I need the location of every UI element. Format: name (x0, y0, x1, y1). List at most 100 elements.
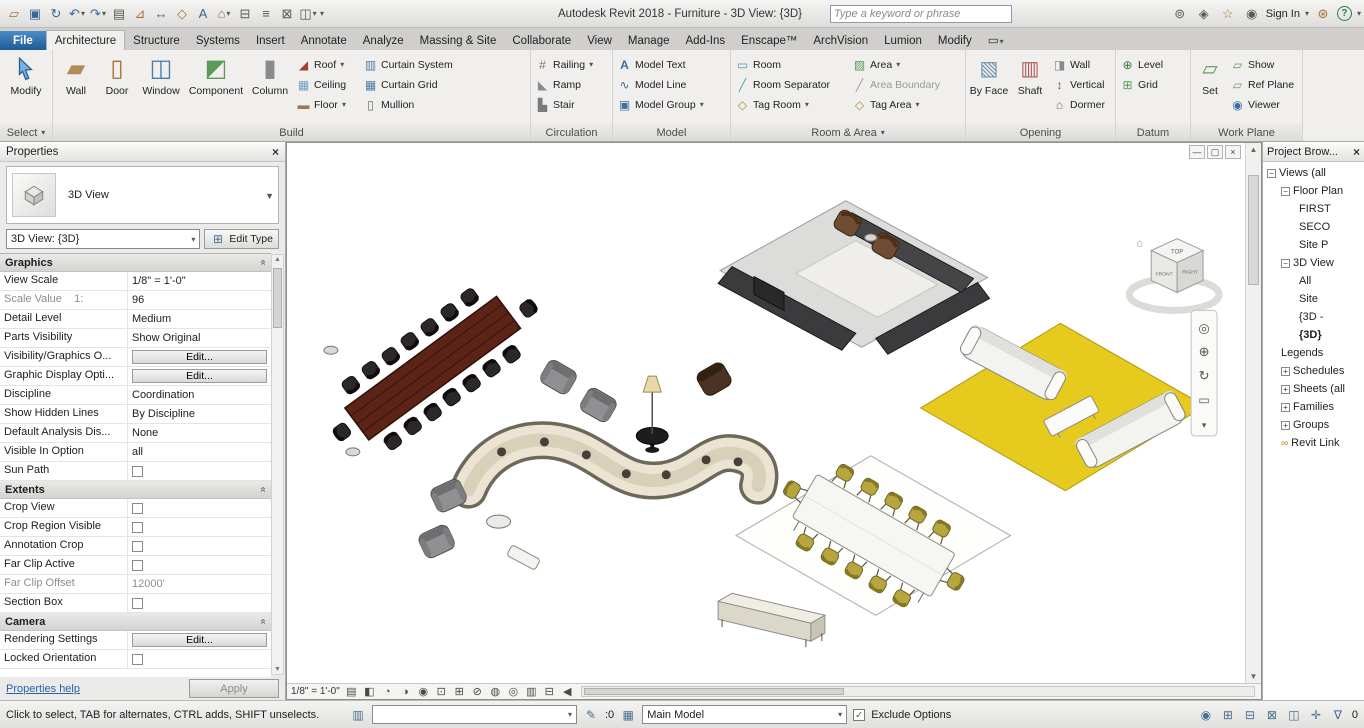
design-options-icon[interactable]: ▦ (620, 708, 636, 722)
window-button[interactable]: ◫ Window (137, 52, 185, 124)
help-chevron-icon[interactable]: ▾ (1357, 9, 1361, 18)
section-icon[interactable]: ⊟ (235, 4, 255, 24)
worksets-icon[interactable]: ▥ (350, 708, 366, 722)
undo-chevron-icon[interactable]: ▾ (81, 9, 85, 18)
scrollbar-thumb[interactable] (583, 688, 844, 695)
show-button[interactable]: ▱ Show (1228, 55, 1298, 74)
area-boundary-button[interactable]: ╱ Area Boundary (850, 75, 960, 94)
type-selector[interactable]: 3D View ▼ (6, 166, 279, 224)
chair[interactable] (516, 296, 541, 321)
lounge-sofa-group[interactable] (717, 200, 991, 355)
properties-close-icon[interactable]: × (272, 145, 279, 159)
rendering-settings-edit-button[interactable]: Edit... (132, 633, 267, 647)
edit-type-button[interactable]: ⊞ Edit Type (204, 229, 279, 249)
tree-item-site[interactable]: Site (1263, 290, 1364, 308)
view-minimize-icon[interactable]: — (1189, 145, 1205, 159)
search-binoculars-icon[interactable]: ⊚ (1170, 4, 1190, 24)
level-button[interactable]: ⊕ Level (1118, 55, 1188, 74)
modify-button[interactable]: Modify (3, 52, 49, 124)
component-button[interactable]: ◩ Component (186, 52, 246, 124)
area-button[interactable]: ▨ Area ▾ (850, 55, 960, 74)
text-icon[interactable]: A (193, 4, 213, 24)
opening-wall-button[interactable]: ◨ Wall (1050, 55, 1112, 74)
tree-item-legends[interactable]: Legends (1263, 344, 1364, 362)
viewcube-right-label[interactable]: RIGHT (1182, 270, 1197, 276)
chair[interactable] (479, 355, 504, 381)
tab-enscape[interactable]: Enscape™ (733, 31, 805, 50)
default-3d-view-icon[interactable]: ⌂ ▾ (214, 4, 234, 24)
tree-item-second-floor[interactable]: SECO (1263, 218, 1364, 236)
tree-item-revit-links[interactable]: ∞ Revit Link (1263, 434, 1364, 452)
visibility-graphics-edit-button[interactable]: Edit... (132, 350, 267, 364)
tab-analyze[interactable]: Analyze (355, 31, 412, 50)
scroll-down-icon[interactable]: ▼ (1250, 672, 1258, 681)
scale-button[interactable]: 1/8" = 1'-0" (291, 686, 340, 697)
steering-wheel-icon[interactable]: ◎ (1198, 320, 1209, 335)
properties-scrollbar[interactable]: ▲ ▼ (271, 254, 284, 675)
collapse-toggle-icon[interactable]: − (1267, 168, 1276, 178)
crop-region-checkbox[interactable] (132, 521, 143, 533)
detail-level-icon[interactable]: ▤ (345, 685, 358, 698)
section-camera[interactable]: Camera « (0, 613, 271, 631)
chair[interactable] (378, 344, 403, 369)
parts-visibility-value[interactable]: Show Original (128, 329, 271, 347)
pan-icon[interactable]: ▭ (1198, 393, 1209, 407)
detail-level-value[interactable]: Medium (128, 310, 271, 328)
type-selector-chevron-icon[interactable]: ▼ (265, 191, 274, 201)
select-panel-label[interactable]: Select ▾ (0, 124, 52, 141)
floor-button[interactable]: ▬ Floor ▾ (294, 95, 360, 114)
scale-value-value[interactable]: 96 (128, 291, 271, 309)
gray-armchair[interactable] (537, 357, 580, 397)
select-underlay-toggle-icon[interactable]: ⊟ (1242, 708, 1258, 722)
scroll-up-icon[interactable]: ▲ (274, 256, 281, 263)
visible-in-option-value[interactable]: all (128, 443, 271, 461)
tab-annotate[interactable]: Annotate (293, 31, 355, 50)
viewer-button[interactable]: ◉ Viewer (1228, 95, 1298, 114)
credenza[interactable] (716, 592, 827, 648)
worksharing-display-icon[interactable]: ◉ (1198, 708, 1214, 722)
open-icon[interactable]: ▱ (4, 4, 24, 24)
search-input[interactable] (834, 7, 1008, 20)
opening-panel-label[interactable]: Opening (966, 124, 1115, 141)
tree-item-floor-plans[interactable]: − Floor Plan (1263, 182, 1364, 200)
default-analysis-value[interactable]: None (128, 424, 271, 442)
locked-orientation-checkbox[interactable] (132, 653, 143, 665)
filter-icon[interactable]: ∇ (1330, 708, 1346, 722)
show-hidden-lines-value[interactable]: By Discipline (128, 405, 271, 423)
signin-label[interactable]: Sign In (1266, 8, 1300, 20)
scroll-up-icon[interactable]: ▲ (1250, 145, 1258, 154)
chair[interactable] (437, 300, 462, 325)
vertical-scrollbar[interactable]: ▲ ▼ (1245, 143, 1261, 683)
viewcube-top-label[interactable]: TOP (1171, 250, 1183, 256)
ceiling-button[interactable]: ▦ Ceiling (294, 75, 360, 94)
collapse-icon[interactable]: « (258, 487, 269, 493)
chair[interactable] (380, 428, 405, 454)
favorites-star-icon[interactable]: ☆ (1218, 4, 1238, 24)
roof-button[interactable]: ◢ Roof ▾ (294, 55, 360, 74)
tab-add-ins[interactable]: Add-Ins (677, 31, 733, 50)
model-text-button[interactable]: A Model Text (615, 55, 728, 74)
tree-item-all[interactable]: All (1263, 272, 1364, 290)
temporary-hide-isolate-icon[interactable]: ◍ (489, 685, 502, 698)
tag-area-button[interactable]: ◇ Tag Area ▾ (850, 95, 960, 114)
tab-view[interactable]: View (579, 31, 620, 50)
print-icon[interactable]: ▤ (109, 4, 129, 24)
project-browser-header[interactable]: Project Brow... × (1263, 142, 1364, 162)
tab-file[interactable]: File (0, 31, 46, 50)
scroll-down-icon[interactable]: ▼ (274, 666, 281, 673)
gray-armchair[interactable] (416, 522, 458, 561)
customize-qat-chevron-icon[interactable]: ▾ (320, 9, 324, 18)
tree-item-3d-views[interactable]: −3D View (1263, 254, 1364, 272)
pedestal-table-with-lamp[interactable] (635, 375, 669, 453)
tree-item-site-plan[interactable]: Site P (1263, 236, 1364, 254)
scroll-left-icon[interactable]: ◀ (561, 685, 574, 698)
undo-icon[interactable]: ↶ ▾ (67, 4, 87, 24)
tree-item-3d-active[interactable]: {3D} (1263, 326, 1364, 344)
expand-toggle-icon[interactable]: + (1281, 384, 1290, 394)
chair[interactable] (400, 413, 425, 439)
tree-item-schedules[interactable]: + Schedules (1263, 362, 1364, 380)
worksets-combo[interactable]: ▾ (372, 705, 577, 724)
section-extents[interactable]: Extents « (0, 481, 271, 499)
shadows-icon[interactable]: ◑ (399, 686, 412, 698)
editable-only-icon[interactable]: ✎ (583, 708, 599, 722)
